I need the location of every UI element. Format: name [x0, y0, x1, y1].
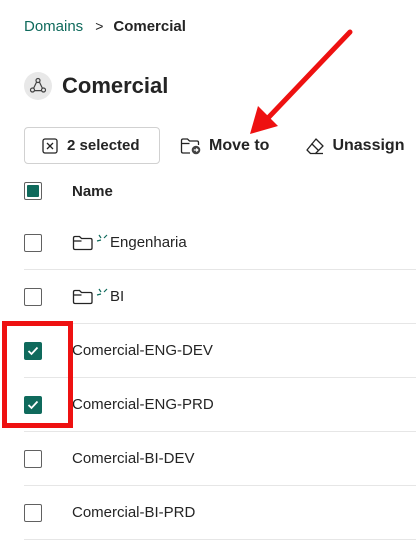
table-row[interactable]: BI	[24, 270, 416, 324]
table-row[interactable]: Comercial-ENG-PRD	[24, 378, 416, 432]
toolbar: 2 selected Move to Unassign	[24, 127, 404, 164]
breadcrumb-current: Comercial	[113, 17, 186, 35]
breadcrumb-link-domains[interactable]: Domains	[24, 18, 83, 35]
breadcrumb-separator: >	[95, 18, 104, 34]
row-checkbox[interactable]	[24, 503, 42, 522]
domain-icon	[24, 72, 52, 100]
move-to-button[interactable]: Move to	[180, 137, 269, 155]
unassign-button[interactable]: Unassign	[305, 137, 404, 155]
row-name: Comercial-BI-DEV	[72, 450, 195, 467]
folder-icon	[72, 289, 93, 304]
annotation-highlight-box	[2, 321, 73, 428]
eraser-icon	[306, 137, 325, 154]
select-all-checkbox[interactable]	[24, 182, 42, 200]
row-name: Engenharia	[110, 234, 187, 251]
folder-icon	[72, 235, 93, 250]
table-row[interactable]: Engenharia	[24, 216, 416, 270]
column-header-name[interactable]: Name	[72, 183, 113, 200]
page-header: Comercial	[24, 70, 168, 102]
table-body: Engenharia BI Comercial-ENG-DEV Comercia…	[24, 216, 416, 540]
table-header: Name	[24, 172, 416, 210]
unassign-label: Unassign	[332, 136, 405, 154]
selected-count-label: 2 selected	[67, 137, 140, 154]
move-to-label: Move to	[209, 136, 270, 154]
row-name: Comercial-ENG-DEV	[72, 342, 213, 359]
table-row[interactable]: Comercial-ENG-DEV	[24, 324, 416, 378]
folder-move-icon	[180, 137, 201, 154]
new-indicator-icon	[96, 288, 108, 296]
row-checkbox[interactable]	[24, 287, 42, 306]
selected-count-button[interactable]: 2 selected	[24, 127, 160, 164]
row-name: Comercial-BI-PRD	[72, 504, 196, 521]
row-checkbox[interactable]	[24, 233, 42, 252]
breadcrumb: Domains > Comercial	[24, 16, 186, 36]
close-selection-icon	[42, 137, 58, 154]
row-name: Comercial-ENG-PRD	[72, 396, 214, 413]
row-checkbox[interactable]	[24, 449, 42, 468]
table-row[interactable]: Comercial-BI-PRD	[24, 486, 416, 540]
table-row[interactable]: Comercial-BI-DEV	[24, 432, 416, 486]
row-name: BI	[110, 288, 125, 305]
page-title: Comercial	[62, 73, 169, 98]
new-indicator-icon	[96, 234, 108, 242]
